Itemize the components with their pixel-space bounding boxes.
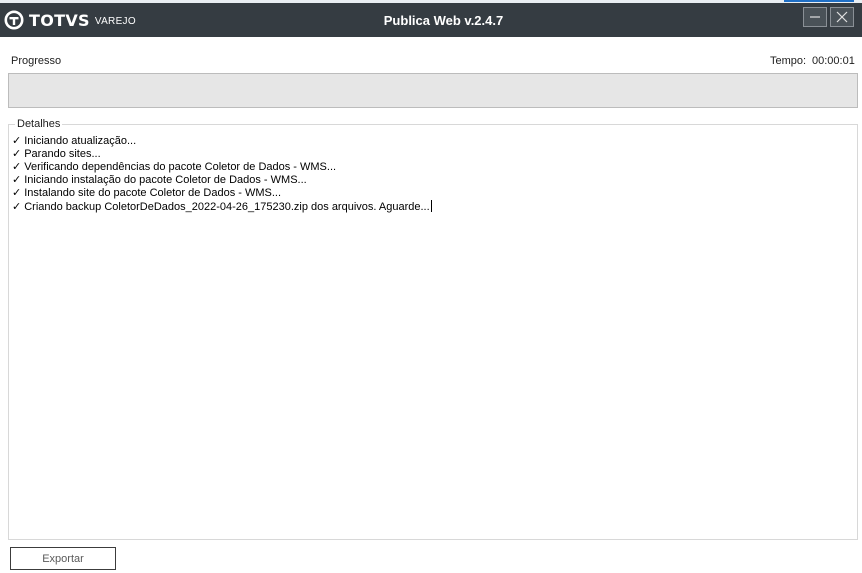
check-icon: ✓ — [12, 174, 22, 186]
log-line-text: Verificando dependências do pacote Colet… — [24, 161, 337, 173]
check-icon: ✓ — [12, 135, 22, 147]
log-line: ✓ Iniciando atualização... — [12, 135, 852, 148]
check-icon: ✓ — [12, 148, 22, 160]
details-legend: Detalhes — [15, 118, 63, 130]
log-line: ✓ Parando sites... — [12, 148, 852, 161]
log-line: ✓ Iniciando instalação do pacote Coletor … — [12, 174, 852, 187]
minimize-icon — [810, 16, 820, 18]
check-icon: ✓ — [12, 201, 22, 213]
progress-label: Progresso — [11, 55, 62, 67]
progress-bar — [8, 73, 858, 108]
export-button[interactable]: Exportar — [10, 547, 116, 570]
text-caret — [430, 200, 432, 212]
log-line-text: Instalando site do pacote Coletor de Dad… — [24, 187, 282, 199]
publica-web-window: TOTVS VAREJO Publica Web v.2.4.7 Progres… — [0, 0, 862, 573]
minimize-button[interactable] — [803, 7, 827, 27]
log-line-text: Parando sites... — [24, 148, 101, 160]
log-line-text: Iniciando atualização... — [24, 135, 137, 147]
log-line: ✓ Criando backup ColetorDeDados_2022-04-2… — [12, 200, 852, 214]
log-line: ✓ Instalando site do pacote Coletor de Da… — [12, 187, 852, 200]
log-line-text: Iniciando instalação do pacote Coletor d… — [24, 174, 307, 186]
check-icon: ✓ — [12, 187, 22, 199]
timer-label: Tempo: — [770, 55, 807, 67]
timer-value: 00:00:01 — [812, 55, 855, 67]
title-bar[interactable]: TOTVS VAREJO Publica Web v.2.4.7 — [0, 3, 862, 37]
log-line: ✓ Verificando dependências do pacote Cole… — [12, 161, 852, 174]
close-icon — [836, 11, 848, 23]
log-line-text: Criando backup ColetorDeDados_2022-04-26… — [24, 201, 430, 213]
check-icon: ✓ — [12, 161, 22, 173]
window-title: Publica Web v.2.4.7 — [383, 13, 504, 28]
details-log[interactable]: ✓ Iniciando atualização... ✓ Parando sites… — [12, 135, 852, 214]
close-button[interactable] — [830, 7, 854, 27]
